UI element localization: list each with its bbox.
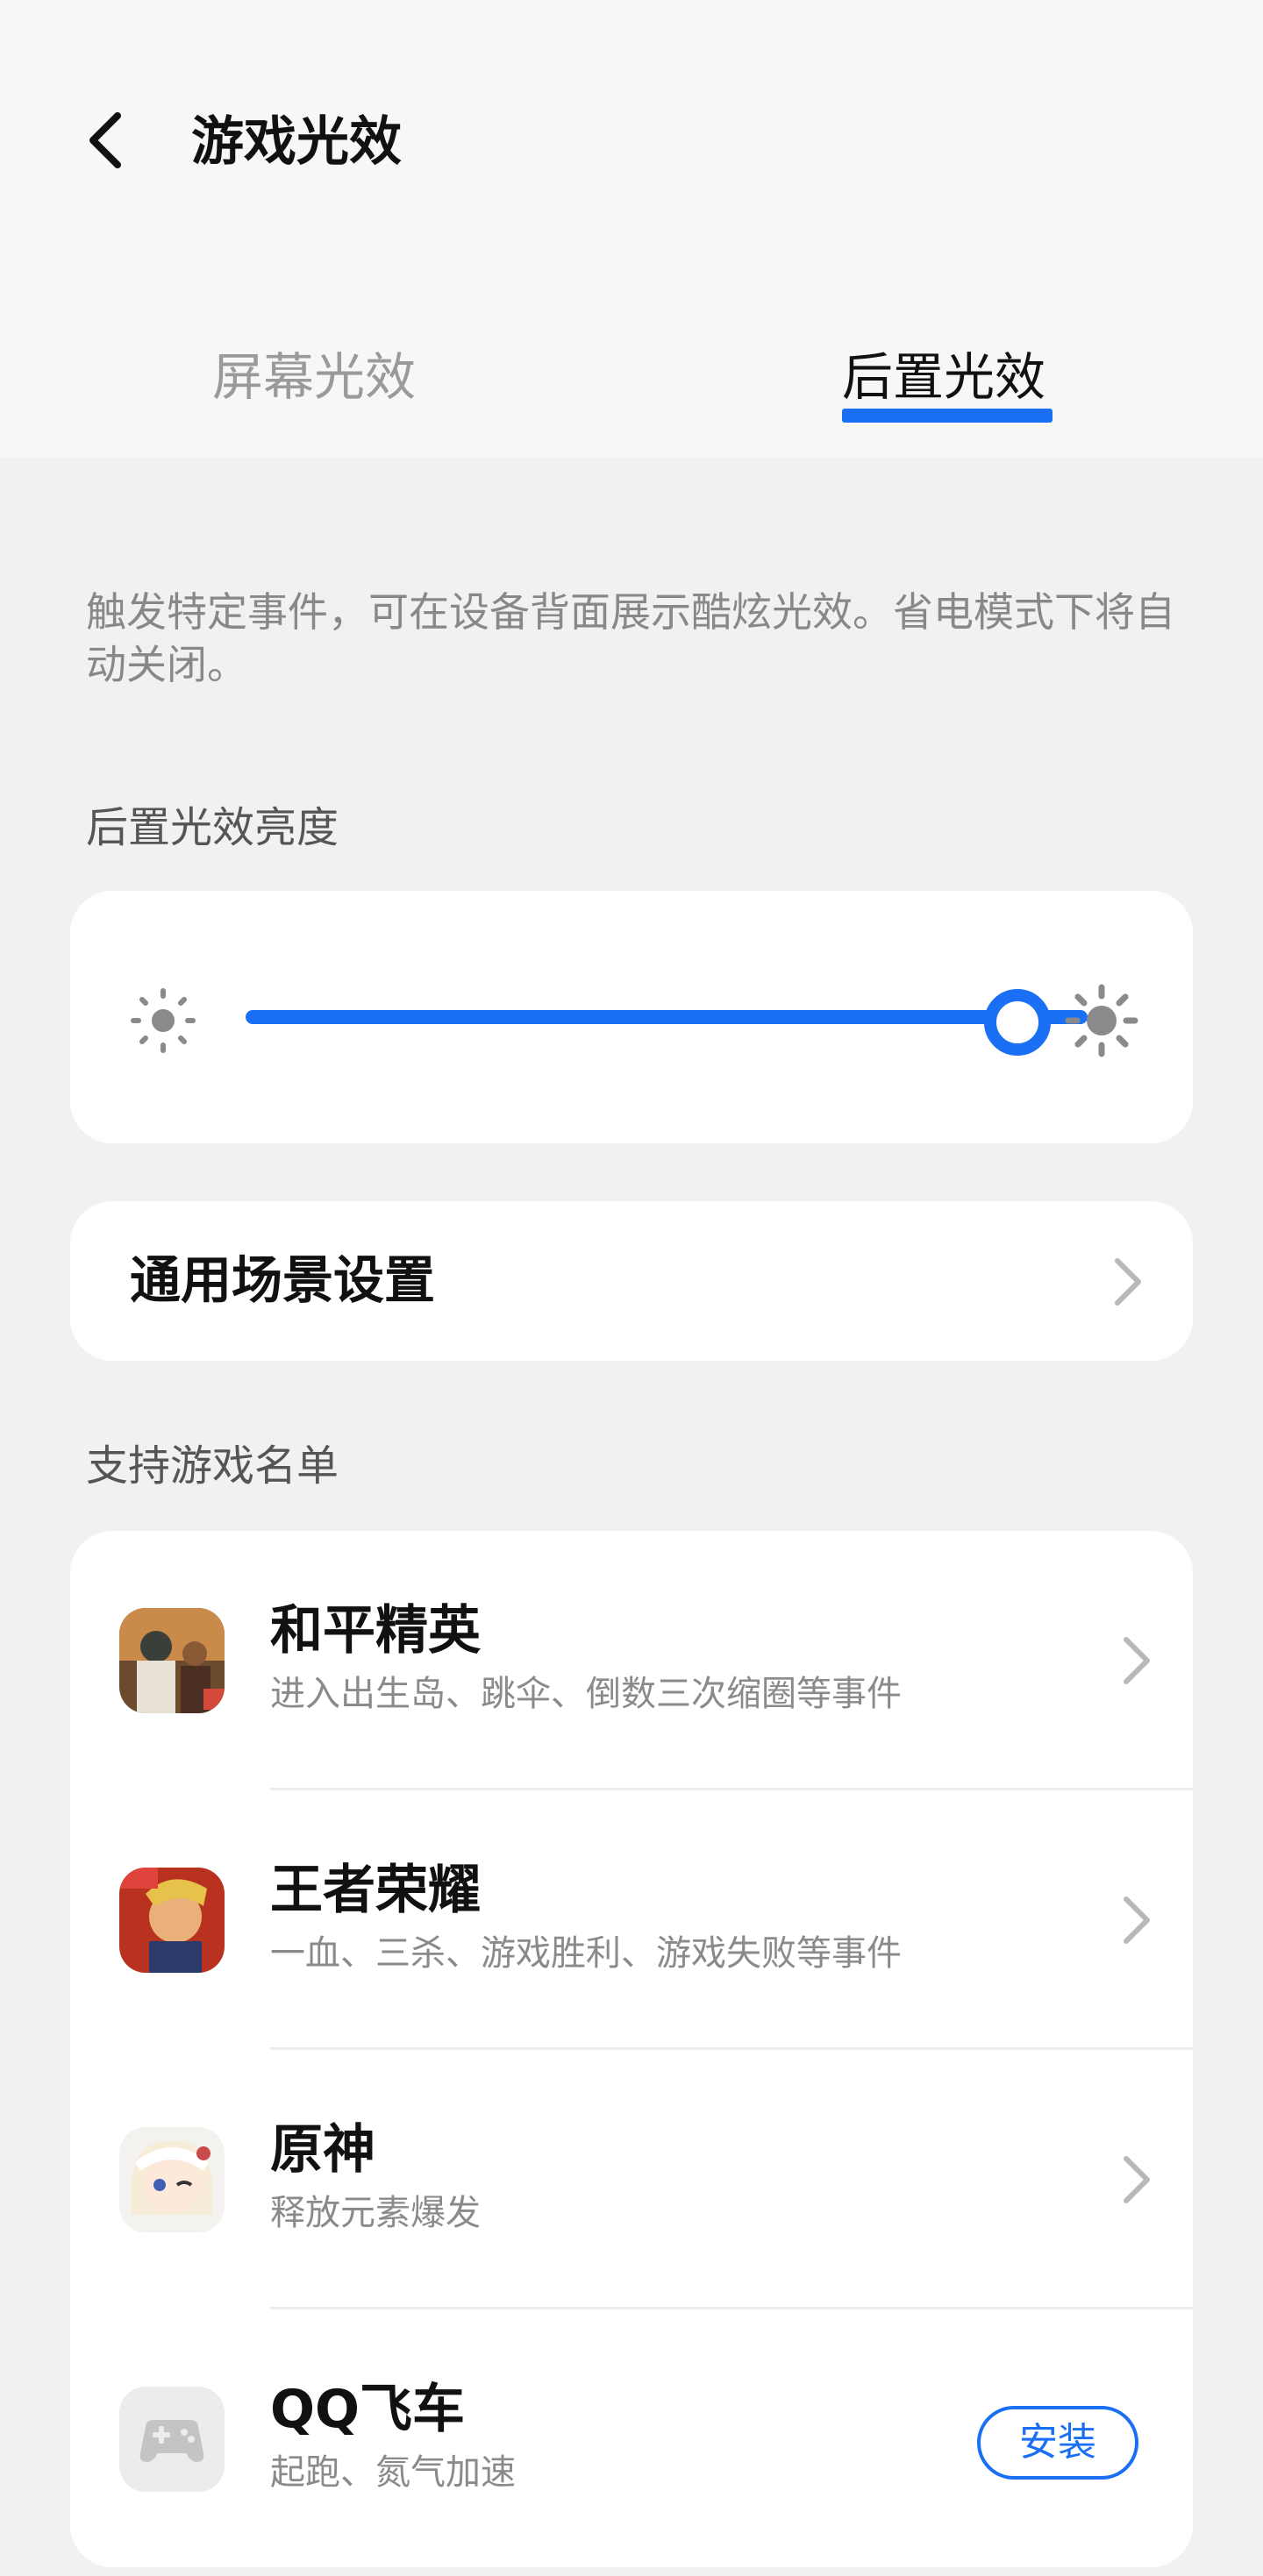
page-title: 游戏光效 xyxy=(191,111,402,173)
brightness-slider-track[interactable] xyxy=(246,1010,1088,1024)
game-list-section-label: 支持游戏名单 xyxy=(86,1441,339,1491)
game-app-icon xyxy=(119,1608,225,1713)
tab-rear-light[interactable]: 后置光效 xyxy=(842,342,1045,412)
chevron-right-icon xyxy=(1124,1896,1150,1944)
brightness-slider-thumb[interactable] xyxy=(984,989,1051,1056)
game-description: 进入出生岛、跳伞、倒数三次缩圈等事件 xyxy=(270,1674,902,1714)
game-row-genshin[interactable]: 原神 释放元素爆发 xyxy=(70,2050,1193,2309)
game-row-honor-of-kings[interactable]: 王者荣耀 一血、三杀、游戏胜利、游戏失败等事件 xyxy=(70,1790,1193,2050)
game-app-icon xyxy=(119,1868,225,1973)
game-name: QQ飞车 xyxy=(270,2379,466,2440)
general-scene-settings[interactable]: 通用场景设置 xyxy=(70,1201,1193,1361)
supported-games-card: 和平精英 进入出生岛、跳伞、倒数三次缩圈等事件 王者荣耀 一血、三杀、游戏胜利、… xyxy=(70,1531,1193,2567)
chevron-right-icon xyxy=(1124,2156,1150,2203)
gamepad-icon xyxy=(119,2387,225,2492)
game-name: 王者荣耀 xyxy=(270,1860,481,1921)
back-arrow-icon xyxy=(89,112,121,168)
game-row-pubg[interactable]: 和平精英 进入出生岛、跳伞、倒数三次缩圈等事件 xyxy=(70,1531,1193,1790)
back-button[interactable] xyxy=(77,105,133,175)
game-name: 和平精英 xyxy=(270,1600,481,1662)
sun-small-icon xyxy=(131,988,196,1053)
game-description: 释放元素爆发 xyxy=(270,2193,481,2233)
header: 游戏光效 屏幕光效 后置光效 xyxy=(0,0,1263,458)
game-description: 起跑、氮气加速 xyxy=(270,2452,516,2493)
active-tab-indicator xyxy=(842,409,1052,423)
tab-screen-light[interactable]: 屏幕光效 xyxy=(212,342,416,412)
game-app-icon xyxy=(119,2127,225,2232)
game-description: 一血、三杀、游戏胜利、游戏失败等事件 xyxy=(270,1933,902,1974)
chevron-right-icon xyxy=(1124,1637,1150,1684)
sun-large-icon xyxy=(1065,984,1138,1057)
brightness-card xyxy=(70,891,1193,1143)
game-name: 原神 xyxy=(270,2119,375,2181)
install-button[interactable]: 安装 xyxy=(977,2406,1138,2480)
game-row-qq-speed[interactable]: QQ飞车 起跑、氮气加速 安装 xyxy=(70,2309,1193,2569)
feature-description: 触发特定事件，可在设备背面展示酷炫光效。省电模式下将自动关闭。 xyxy=(86,588,1175,688)
brightness-section-label: 后置光效亮度 xyxy=(86,803,339,852)
chevron-right-icon xyxy=(1115,1258,1141,1306)
general-scene-label: 通用场景设置 xyxy=(130,1250,436,1310)
